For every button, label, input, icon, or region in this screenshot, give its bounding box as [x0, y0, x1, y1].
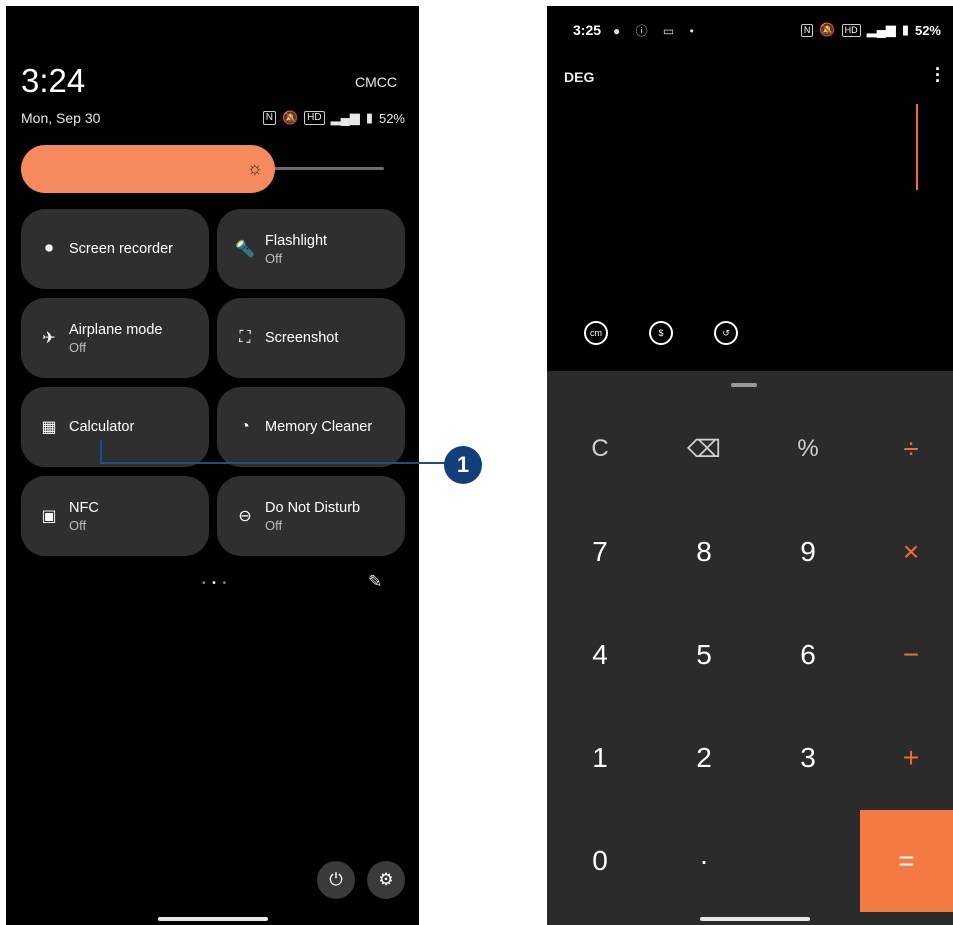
- tile-label: Memory Cleaner: [265, 419, 373, 435]
- calculator-icon: ▦: [41, 419, 57, 436]
- home-indicator[interactable]: [158, 917, 268, 921]
- digit-0-key[interactable]: 0: [549, 810, 651, 912]
- tile-status: Off: [69, 517, 87, 533]
- nfc-icon: ▣: [41, 508, 57, 525]
- tile-text: NFC Off: [69, 500, 99, 533]
- tile-label: Airplane mode: [69, 321, 163, 338]
- divide-key[interactable]: ÷: [860, 398, 953, 500]
- brightness-icon: ☼: [246, 158, 264, 178]
- memory-cleaner-icon: ◔: [240, 418, 250, 435]
- tile-screenshot[interactable]: ⛶ Screenshot: [217, 298, 405, 378]
- tile-text: Screenshot: [265, 330, 338, 346]
- tile-label: Screen recorder: [69, 241, 173, 257]
- angle-mode-toggle[interactable]: DEG: [564, 69, 594, 85]
- tile-airplane-mode[interactable]: ✈ Airplane mode Off: [21, 298, 209, 378]
- minus-key[interactable]: −: [860, 604, 953, 706]
- digit-5-key[interactable]: 5: [653, 604, 755, 706]
- keypad-handle[interactable]: [731, 383, 757, 387]
- edit-icon[interactable]: ✎: [368, 572, 382, 592]
- digit-1-key[interactable]: 1: [549, 707, 651, 809]
- digit-2-key[interactable]: 2: [653, 707, 755, 809]
- input-cursor: [916, 104, 918, 190]
- tile-nfc[interactable]: ▣ NFC Off: [21, 476, 209, 556]
- flashlight-icon: 🔦: [235, 241, 255, 258]
- notification-icons: ● ⓘ ▭ •: [613, 24, 700, 38]
- airplane-icon: ✈: [42, 330, 56, 347]
- percent-key[interactable]: %: [757, 398, 859, 500]
- tile-text: Do Not Disturb Off: [265, 500, 360, 533]
- tile-flashlight[interactable]: 🔦 Flashlight Off: [217, 209, 405, 289]
- tile-status: Off: [69, 339, 87, 355]
- tile-text: Screen recorder: [69, 241, 173, 257]
- brightness-track[interactable]: [268, 167, 384, 170]
- tile-screen-recorder[interactable]: ⏺ Screen recorder: [21, 209, 209, 289]
- battery-icon: ▮: [901, 22, 909, 37]
- tile-text: Flashlight Off: [265, 233, 327, 266]
- hd-icon: HD: [304, 111, 325, 125]
- decimal-key[interactable]: ·: [653, 810, 755, 912]
- tile-label: Screenshot: [265, 330, 339, 346]
- battery-percent: 52%: [378, 110, 405, 126]
- brightness-slider[interactable]: ☼: [21, 145, 275, 193]
- date: Mon, Sep 30: [21, 110, 101, 126]
- digit-4-key[interactable]: 4: [549, 604, 651, 706]
- mute-icon: 🔕: [819, 22, 836, 37]
- status-icons: N 🔕 HD ▂▄▆ ▮ 52%: [262, 110, 405, 126]
- tile-label: NFC: [69, 499, 99, 516]
- backspace-key[interactable]: ⌫: [653, 398, 755, 500]
- tile-label: Do Not Disturb: [265, 499, 361, 516]
- calculator-screen: 3:25 ● ⓘ ▭ • N 🔕 HD ▂▄▆ ▮ 52% DEG · · · cm…: [547, 6, 953, 925]
- unit-converter-icon[interactable]: cm: [584, 321, 608, 345]
- digit-9-key[interactable]: 9: [757, 501, 859, 603]
- callout-marker: 1: [444, 446, 482, 484]
- page-indicator: • • •: [202, 578, 229, 589]
- battery-icon: ▮: [365, 110, 373, 125]
- tile-calculator[interactable]: ▦ Calculator: [21, 387, 209, 467]
- clear-key[interactable]: C: [549, 398, 651, 500]
- tile-label: Calculator: [69, 419, 135, 435]
- screenshot-icon: ⛶: [239, 329, 251, 346]
- screen-recorder-icon: ⏺: [44, 240, 53, 257]
- digit-7-key[interactable]: 7: [549, 501, 651, 603]
- digit-3-key[interactable]: 3: [757, 707, 859, 809]
- keypad: C ⌫% ÷ 7 8 9 × 4 5 6− 1 2 3 +0 · =: [547, 371, 953, 925]
- power-button[interactable]: ⏻: [317, 861, 355, 899]
- nfc-status-icon: N: [800, 23, 814, 37]
- nfc-status-icon: N: [262, 111, 276, 125]
- tile-memory-cleaner[interactable]: ◔ Memory Cleaner: [217, 387, 405, 467]
- signal-icon: ▂▄▆: [866, 22, 896, 37]
- tile-status: Off: [265, 517, 283, 533]
- plus-key[interactable]: +: [860, 707, 953, 809]
- gear-icon: ⚙: [378, 870, 394, 889]
- tile-label: Flashlight: [265, 232, 328, 249]
- digit-6-key[interactable]: 6: [757, 604, 859, 706]
- tile-text: Airplane mode Off: [69, 322, 163, 355]
- callout-line-horizontal: [100, 462, 446, 464]
- currency-converter-icon[interactable]: $: [649, 321, 673, 345]
- callout-line-vertical: [100, 440, 102, 462]
- carrier-name: CMCC: [355, 74, 397, 90]
- tile-status: Off: [265, 250, 283, 266]
- history-icon[interactable]: ↺: [714, 321, 738, 345]
- digit-8-key[interactable]: 8: [653, 501, 755, 603]
- home-indicator[interactable]: [700, 917, 810, 921]
- settings-button[interactable]: ⚙: [367, 861, 405, 899]
- tile-do-not-disturb[interactable]: ⊖ Do Not Disturb Off: [217, 476, 405, 556]
- hd-icon: HD: [841, 23, 861, 37]
- power-icon: ⏻: [329, 870, 343, 889]
- do-not-disturb-icon: ⊖: [238, 508, 252, 525]
- quick-settings-screen: 3:24 CMCC Mon, Sep 30 N 🔕 HD ▂▄▆ ▮ 52% ☼…: [6, 6, 419, 925]
- clock: 3:24: [21, 62, 86, 99]
- status-icons: N 🔕 HD ▂▄▆ ▮ 52%: [800, 22, 941, 38]
- battery-percent: 52%: [914, 22, 941, 38]
- tile-text: Memory Cleaner: [265, 419, 372, 435]
- status-time: 3:25: [573, 22, 602, 38]
- mute-icon: 🔕: [281, 110, 299, 125]
- tile-text: Calculator: [69, 419, 134, 435]
- more-options-icon[interactable]: · · ·: [935, 60, 941, 90]
- equals-key[interactable]: =: [860, 810, 953, 912]
- signal-icon: ▂▄▆: [330, 110, 360, 125]
- multiply-key[interactable]: ×: [860, 501, 953, 603]
